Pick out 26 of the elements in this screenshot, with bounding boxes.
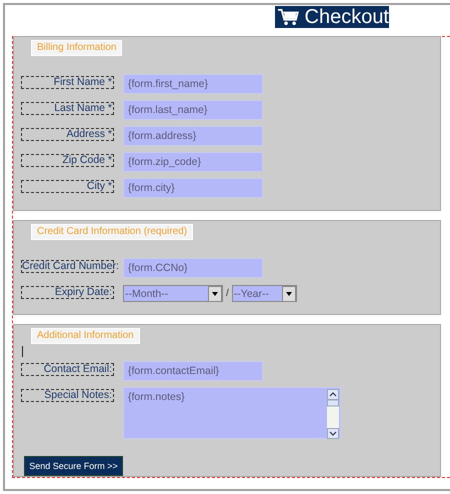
field-label: City * bbox=[21, 180, 114, 193]
input-field[interactable]: {form.city} bbox=[123, 178, 263, 198]
input-field[interactable]: {form.zip_code} bbox=[123, 152, 263, 172]
field-label: First Name * bbox=[21, 76, 114, 89]
section-legend: Additional Information bbox=[31, 328, 140, 344]
send-secure-form-button[interactable]: Send Secure Form >> bbox=[24, 456, 123, 476]
scrollbar[interactable] bbox=[327, 389, 339, 439]
input-field[interactable]: {form.first_name} bbox=[123, 74, 263, 94]
checkout-title: Checkout bbox=[304, 6, 389, 28]
section-legend: Credit Card Information (required) bbox=[31, 224, 194, 240]
field-label: Last Name * bbox=[21, 102, 114, 115]
section-legend: Billing Information bbox=[31, 40, 122, 56]
notes-textarea[interactable]: {form.notes} bbox=[123, 387, 341, 439]
field-label: Zip Code * bbox=[21, 154, 114, 167]
input-field[interactable]: {form.contactEmail} bbox=[123, 361, 263, 381]
field-label: Expiry Date: bbox=[21, 286, 114, 299]
month-dropdown[interactable]: --Month-- bbox=[123, 285, 223, 302]
input-field[interactable]: {form.CCNo} bbox=[123, 258, 263, 278]
field-label: Contact Email: bbox=[21, 363, 114, 376]
input-field[interactable]: {form.address} bbox=[123, 126, 263, 146]
input-field[interactable]: {form.last_name} bbox=[123, 100, 263, 120]
field-label: Address * bbox=[21, 128, 114, 141]
cart-icon bbox=[278, 7, 300, 27]
year-dropdown[interactable]: --Year-- bbox=[232, 285, 297, 302]
field-label: Special Notes: bbox=[21, 389, 114, 402]
date-separator: / bbox=[226, 288, 229, 299]
